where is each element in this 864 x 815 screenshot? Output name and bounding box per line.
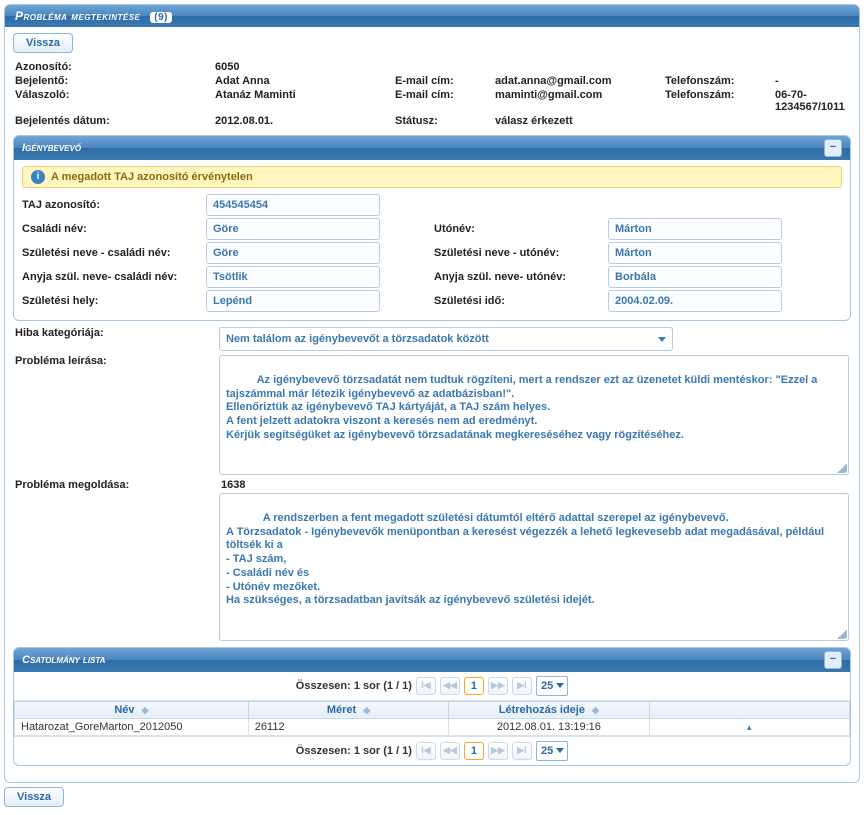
reporter-email-label: E-mail cím: [395, 75, 495, 87]
attachments-title: Csatolmány lista [22, 654, 105, 666]
paginator-summary: Összesen: 1 sor (1 / 1) [296, 745, 412, 757]
cell-name: Hatarozat_GoreMarton_2012050 [15, 718, 249, 735]
panel-badge: (9) [150, 12, 172, 23]
responder-label: Válaszoló: [15, 89, 215, 113]
reporter-label: Bejelentő: [15, 75, 215, 87]
info-icon: i [31, 170, 45, 184]
sort-icon: ◆ [363, 705, 370, 715]
solution-text: A rendszerben a fent megadott születési … [226, 512, 827, 607]
taj-input[interactable]: 454545454 [206, 194, 380, 216]
report-date-value: 2012.08.01. [215, 115, 395, 127]
paginator-summary: Összesen: 1 sor (1 / 1) [296, 680, 412, 692]
beneficiary-header: Igénybevevő − [14, 136, 850, 160]
col-name[interactable]: Név ◆ [15, 701, 249, 718]
beneficiary-collapse-icon[interactable]: − [824, 139, 842, 157]
description-textarea[interactable]: Az igénybevevő törzsadatát nem tudtuk rö… [219, 355, 849, 475]
reporter-phone-label: Telefonszám: [665, 75, 775, 87]
attachments-panel: Csatolmány lista − Összesen: 1 sor (1 / … [13, 647, 851, 766]
birthdate-input[interactable]: 2004.02.09. [608, 290, 782, 312]
taj-warning-text: A megadott TAJ azonosító érvénytelen [51, 171, 253, 183]
resize-handle-icon[interactable] [837, 629, 847, 639]
attachments-table: Név ◆ Méret ◆ Létrehozás ideje ◆ [14, 701, 850, 736]
birthgiven-label: Születési neve - utónév: [434, 247, 604, 259]
page-first-button[interactable]: I◀ [416, 742, 436, 760]
given-input[interactable]: Márton [608, 218, 782, 240]
page-prev-button[interactable]: ◀◀ [440, 742, 460, 760]
status-label: Státusz: [395, 115, 495, 127]
page-first-button[interactable]: I◀ [416, 677, 436, 695]
category-label: Hiba kategóriája: [15, 327, 215, 351]
page-last-button[interactable]: ▶I [512, 677, 532, 695]
paginator-bottom: Összesen: 1 sor (1 / 1) I◀ ◀◀ 1 ▶▶ ▶I 25 [14, 736, 850, 765]
description-label: Probléma leírása: [15, 355, 215, 475]
cell-expand[interactable]: ▴ [649, 718, 849, 735]
back-button-top[interactable]: Vissza [13, 33, 73, 53]
resize-handle-icon[interactable] [837, 463, 847, 473]
page-number[interactable]: 1 [464, 677, 484, 695]
chevron-down-icon [658, 337, 666, 342]
sort-icon: ◆ [142, 705, 149, 715]
summary-grid: Azonosító: 6050 Bejelentő: Adat Anna E-m… [15, 61, 849, 127]
family-input[interactable]: Göre [206, 218, 380, 240]
category-select[interactable]: Nem találom az igénybevevőt a törzsadato… [219, 327, 673, 351]
solution-id: 1638 [221, 479, 849, 491]
reporter-phone-value: - [775, 75, 849, 87]
status-value: válasz érkezett [495, 115, 665, 127]
page-prev-button[interactable]: ◀◀ [440, 677, 460, 695]
page-last-button[interactable]: ▶I [512, 742, 532, 760]
attachments-collapse-icon[interactable]: − [824, 651, 842, 669]
attachments-header: Csatolmány lista − [14, 648, 850, 672]
page-size-select[interactable]: 25 [536, 741, 568, 761]
description-text: Az igénybevevő törzsadatát nem tudtuk rö… [226, 374, 820, 441]
col-size[interactable]: Méret ◆ [248, 701, 448, 718]
table-row[interactable]: Hatarozat_GoreMarton_2012050 26112 2012.… [15, 718, 850, 735]
responder-phone-value: 06-70-1234567/1011 [775, 89, 849, 113]
responder-email-label: E-mail cím: [395, 89, 495, 113]
beneficiary-title: Igénybevevő [22, 142, 81, 154]
birthfamily-input[interactable]: Göre [206, 242, 380, 264]
id-label: Azonosító: [15, 61, 215, 73]
given-label: Utónév: [434, 223, 604, 235]
panel-header: Probléma megtekintése (9) [5, 5, 859, 27]
motherfamily-input[interactable]: Tsötlik [206, 266, 380, 288]
sort-icon: ◆ [592, 705, 599, 715]
birthfamily-label: Születési neve - családi név: [22, 247, 202, 259]
birthdate-label: Születési idő: [434, 295, 604, 307]
responder-value: Atanáz Maminti [215, 89, 395, 113]
reporter-value: Adat Anna [215, 75, 395, 87]
solution-label: Probléma megoldása: [15, 479, 215, 641]
col-actions [649, 701, 849, 718]
category-value: Nem találom az igénybevevőt a törzsadato… [226, 330, 489, 348]
cell-size: 26112 [248, 718, 448, 735]
birthplace-label: Születési hely: [22, 295, 202, 307]
family-label: Családi név: [22, 223, 202, 235]
solution-textarea[interactable]: A rendszerben a fent megadott születési … [219, 493, 849, 641]
beneficiary-panel: Igénybevevő − i A megadott TAJ azonosító… [13, 135, 851, 321]
problem-view-panel: Probléma megtekintése (9) Vissza Azonosí… [4, 4, 860, 783]
mothergiven-input[interactable]: Borbála [608, 266, 782, 288]
responder-phone-label: Telefonszám: [665, 89, 775, 113]
motherfamily-label: Anyja szül. neve- családi név: [22, 271, 202, 283]
panel-title: Probléma megtekintése [15, 9, 140, 23]
birthgiven-input[interactable]: Márton [608, 242, 782, 264]
id-value: 6050 [215, 61, 395, 73]
taj-warning: i A megadott TAJ azonosító érvénytelen [22, 166, 842, 188]
cell-created: 2012.08.01. 13:19:16 [449, 718, 649, 735]
taj-label: TAJ azonosító: [22, 199, 202, 211]
birthplace-input[interactable]: Lepénd [206, 290, 380, 312]
paginator-top: Összesen: 1 sor (1 / 1) I◀ ◀◀ 1 ▶▶ ▶I 25 [14, 672, 850, 701]
page-number[interactable]: 1 [464, 742, 484, 760]
mothergiven-label: Anyja szül. neve- utónév: [434, 271, 604, 283]
page-next-button[interactable]: ▶▶ [488, 677, 508, 695]
back-button-bottom[interactable]: Vissza [4, 787, 64, 807]
reporter-email-value: adat.anna@gmail.com [495, 75, 665, 87]
responder-email-value: maminti@gmail.com [495, 89, 665, 113]
col-created[interactable]: Létrehozás ideje ◆ [449, 701, 649, 718]
page-size-select[interactable]: 25 [536, 676, 568, 696]
page-next-button[interactable]: ▶▶ [488, 742, 508, 760]
chevron-up-icon: ▴ [747, 722, 752, 732]
report-date-label: Bejelentés dátum: [15, 115, 215, 127]
